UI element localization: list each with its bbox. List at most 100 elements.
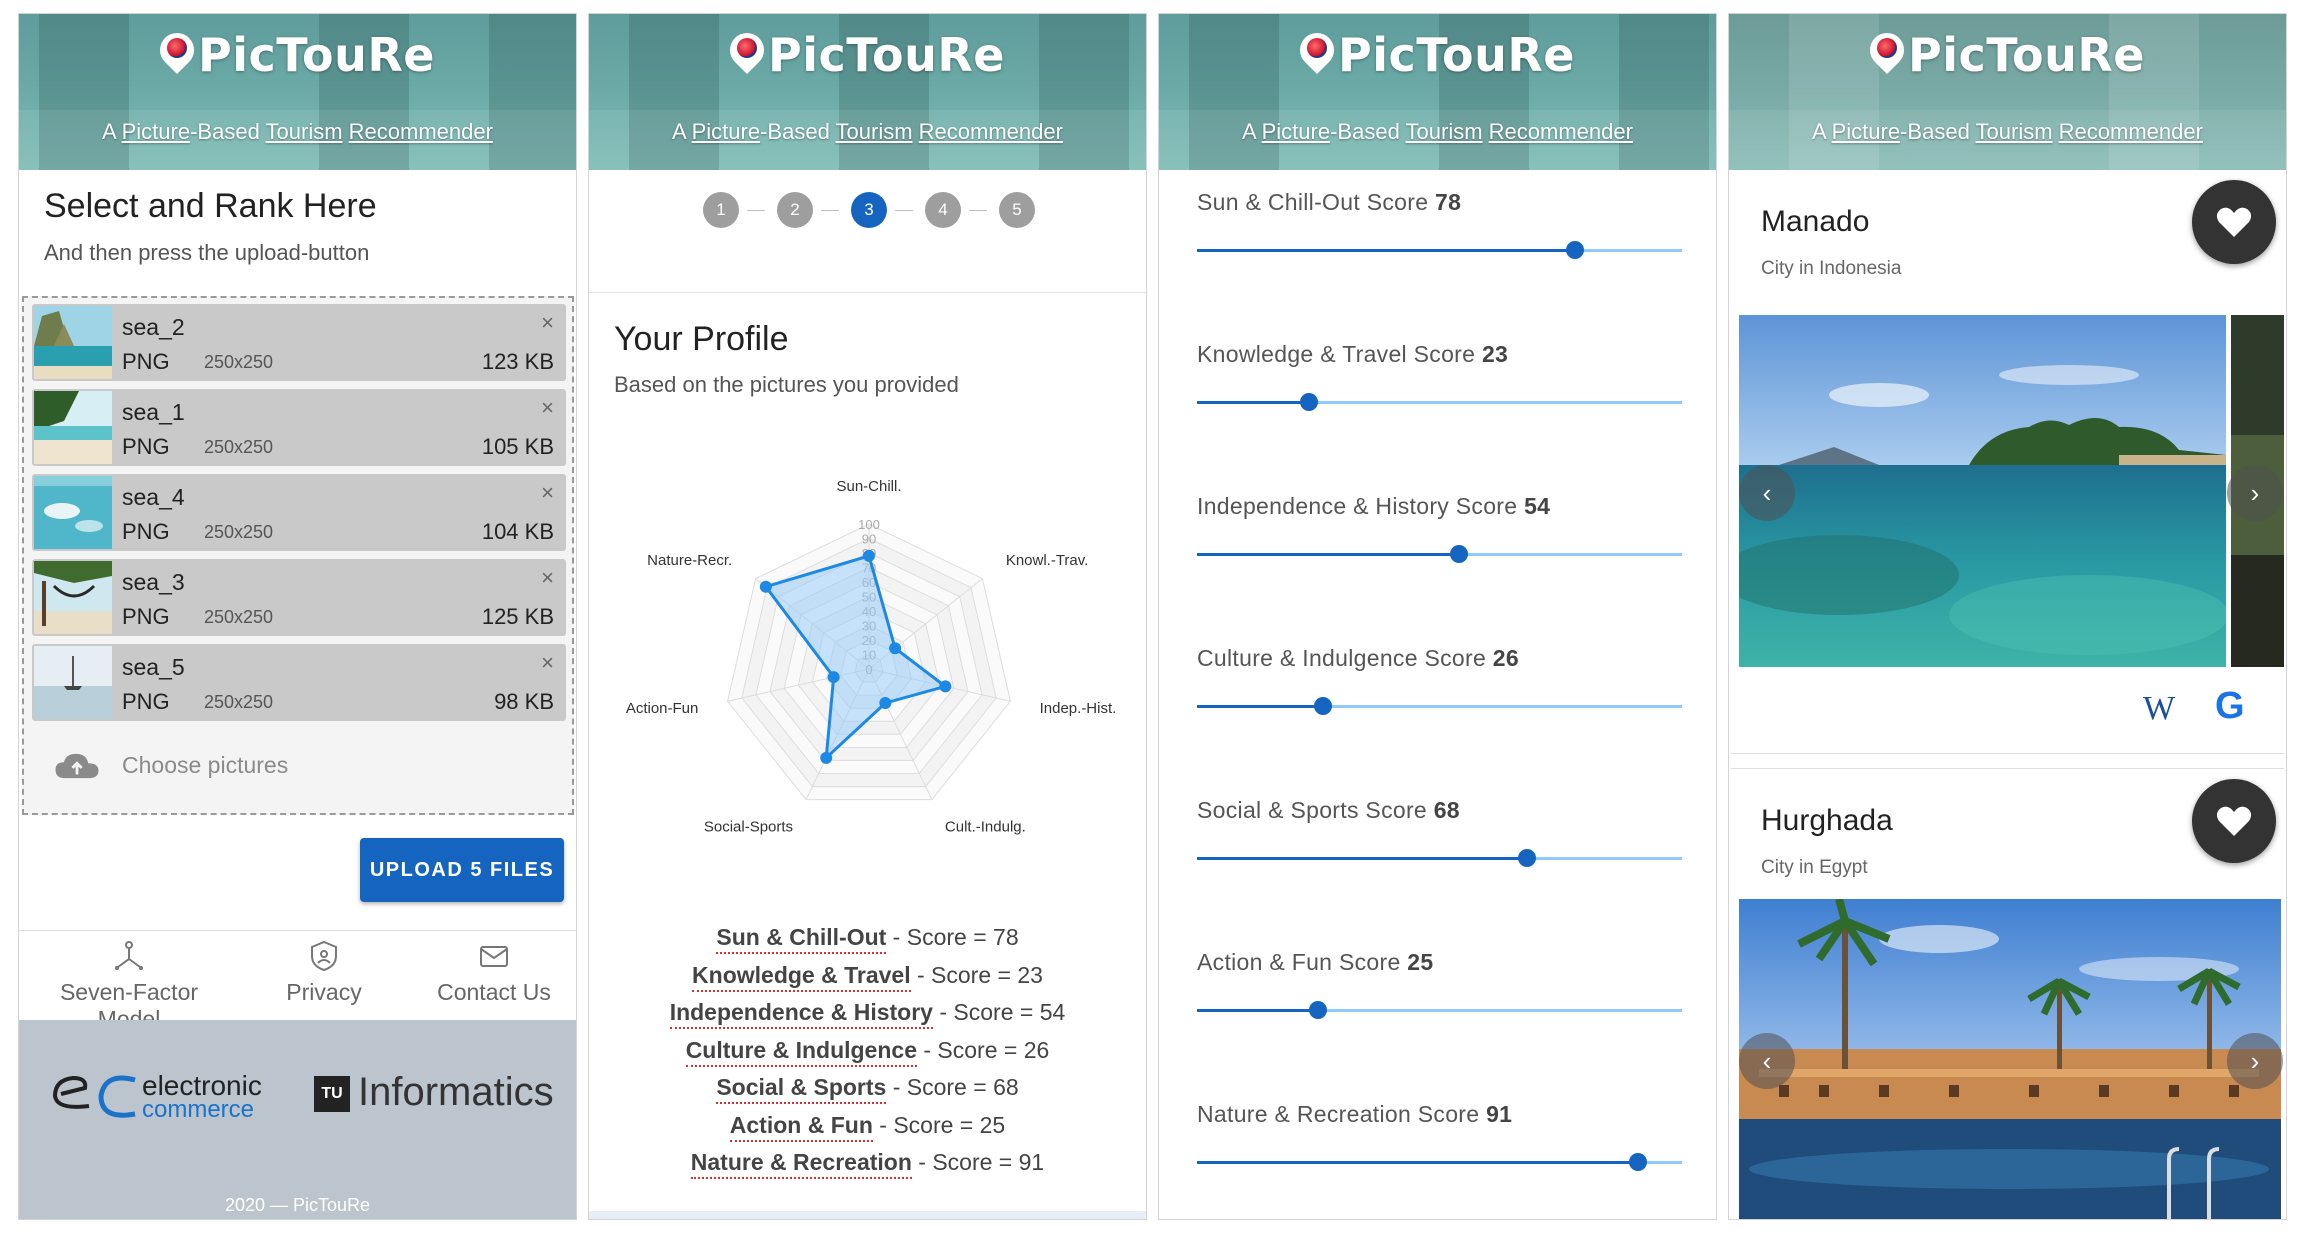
file-dimensions: 250x250 [204, 522, 274, 542]
radar-point [889, 642, 902, 655]
score-slider[interactable]: Knowledge & Travel Score 23 [1159, 341, 1716, 441]
score-line: Nature & Recreation - Score = 91 [589, 1149, 1146, 1187]
step-4[interactable]: 4 [925, 192, 961, 228]
file-name: sea_5 [122, 654, 185, 680]
map-pin-icon [152, 25, 202, 77]
score-slider[interactable]: Culture & Indulgence Score 26 [1159, 645, 1716, 745]
file-dimensions: 250x250 [204, 692, 274, 712]
app-tagline: A Picture-Based Tourism Recommender [672, 119, 1063, 144]
google-search-icon[interactable]: G [2215, 685, 2245, 728]
slider-track[interactable] [1197, 697, 1682, 715]
slider-track[interactable] [1197, 1153, 1682, 1171]
favorite-button[interactable] [2192, 180, 2276, 264]
results-screen: PicTouRe A Picture-Based Tourism Recomme… [1728, 13, 2287, 1220]
next-photo-button[interactable]: › [2227, 465, 2283, 521]
destination-subtitle: City in Indonesia [1761, 258, 1902, 279]
remove-file-icon[interactable]: × [541, 480, 554, 506]
slider-fill [1197, 1161, 1639, 1164]
step-2[interactable]: 2 [777, 192, 813, 228]
prev-photo-button[interactable]: ‹ [1739, 465, 1795, 521]
step-5[interactable]: 5 [999, 192, 1035, 228]
ec-logo[interactable]: electronic commerce [47, 1068, 287, 1128]
slider-track[interactable] [1197, 849, 1682, 867]
destination-name: Manado [1761, 205, 1870, 238]
step-3-active[interactable]: 3 [851, 192, 887, 228]
slider-thumb[interactable] [1566, 241, 1585, 259]
nav-seven-factor-model[interactable]: Seven-Factor Model [29, 939, 229, 1033]
file-row[interactable]: sea_5 PNG 250x250 98 KB × [32, 644, 566, 721]
choose-pictures-label: Choose pictures [122, 752, 289, 778]
upload-button[interactable]: UPLOAD 5 FILES [360, 838, 564, 902]
slider-fill [1197, 401, 1309, 404]
app-tagline: A Picture-Based Tourism Recommender [102, 119, 493, 144]
nav-privacy[interactable]: Privacy [269, 939, 379, 1006]
file-name: sea_4 [122, 484, 185, 510]
file-row[interactable]: sea_4 PNG 250x250 104 KB × [32, 474, 566, 551]
radar-tick-label: 90 [862, 532, 876, 547]
remove-file-icon[interactable]: × [541, 565, 554, 591]
remove-file-icon[interactable]: × [541, 310, 554, 336]
score-line: Culture & Indulgence - Score = 26 [589, 1036, 1146, 1075]
remove-file-icon[interactable]: × [541, 650, 554, 676]
file-dimensions: 250x250 [204, 607, 274, 627]
remove-file-icon[interactable]: × [541, 395, 554, 421]
radar-axis-label: Knowl.-Trav. [1006, 552, 1089, 569]
wikipedia-link-icon[interactable]: W [2143, 690, 2175, 728]
slider-thumb[interactable] [1309, 1001, 1328, 1019]
app-tagline: A Picture-Based Tourism Recommender [1812, 119, 2203, 144]
step-1[interactable]: 1 [703, 192, 739, 228]
destination-card[interactable]: Manado City in Indonesia ‹ › W G [1731, 170, 2284, 754]
score-line: Sun & Chill-Out - Score = 78 [589, 924, 1146, 962]
app-tagline: A Picture-Based Tourism Recommender [1242, 119, 1633, 144]
slider-thumb[interactable] [1449, 545, 1468, 563]
next-photo-button[interactable]: › [2227, 1033, 2283, 1089]
map-pin-icon [1292, 25, 1342, 77]
app-logo[interactable]: PicTouRe [1729, 25, 2286, 82]
file-row[interactable]: sea_2 PNG 250x250 123 KB × [32, 304, 566, 381]
destination-card[interactable]: Hurghada City in Egypt ‹ › [1731, 768, 2284, 1219]
favorite-button[interactable] [2192, 779, 2276, 863]
profile-title: Your Profile [614, 320, 789, 358]
slider-track[interactable] [1197, 545, 1682, 563]
slider-label: Knowledge & Travel Score 23 [1197, 341, 1509, 367]
file-size: 98 KB [494, 689, 554, 714]
file-size: 105 KB [481, 434, 554, 459]
slider-fill [1197, 1009, 1319, 1012]
slider-track[interactable] [1197, 1001, 1682, 1019]
slider-track[interactable] [1197, 241, 1682, 259]
radar-point [879, 696, 892, 709]
slider-fill [1197, 705, 1324, 708]
file-dropzone[interactable]: sea_2 PNG 250x250 123 KB × sea_1 PNG 250… [22, 296, 574, 815]
slider-thumb[interactable] [1517, 849, 1536, 867]
app-logo[interactable]: PicTouRe [589, 25, 1146, 82]
slider-fill [1197, 553, 1459, 556]
score-slider[interactable]: Nature & Recreation Score 91 [1159, 1101, 1716, 1201]
file-row[interactable]: sea_1 PNG 250x250 105 KB × [32, 389, 566, 466]
choose-pictures-button[interactable]: Choose pictures [34, 730, 566, 800]
score-line: Independence & History - Score = 54 [589, 999, 1146, 1037]
nav-contact-us[interactable]: Contact Us [419, 939, 569, 1006]
score-slider[interactable]: Social & Sports Score 68 [1159, 797, 1716, 897]
slider-thumb[interactable] [1314, 697, 1333, 715]
file-type: PNG [122, 434, 170, 459]
slider-thumb[interactable] [1629, 1153, 1648, 1171]
file-name: sea_3 [122, 569, 185, 595]
radar-axis-label: Action-Fun [626, 700, 699, 717]
heart-icon [2216, 207, 2252, 237]
bottom-nav: Seven-Factor Model Privacy Contact Us [19, 930, 576, 1032]
app-name: PicTouRe [1908, 28, 2145, 82]
slider-track[interactable] [1197, 393, 1682, 411]
destination-subtitle: City in Egypt [1761, 857, 1868, 878]
profile-scores-list: Sun & Chill-Out - Score = 78 Knowledge &… [589, 924, 1146, 1187]
file-row[interactable]: sea_3 PNG 250x250 125 KB × [32, 559, 566, 636]
score-slider[interactable]: Action & Fun Score 25 [1159, 949, 1716, 1049]
score-slider[interactable]: Independence & History Score 54 [1159, 493, 1716, 593]
file-type: PNG [122, 519, 170, 544]
prev-photo-button[interactable]: ‹ [1739, 1033, 1795, 1089]
app-logo[interactable]: PicTouRe [19, 25, 576, 82]
slider-thumb[interactable] [1299, 393, 1318, 411]
radar-tick-label: 100 [858, 517, 880, 532]
app-logo[interactable]: PicTouRe [1159, 25, 1716, 82]
score-slider[interactable]: Sun & Chill-Out Score 78 [1159, 189, 1716, 289]
page-subtitle: And then press the upload-button [44, 240, 370, 265]
